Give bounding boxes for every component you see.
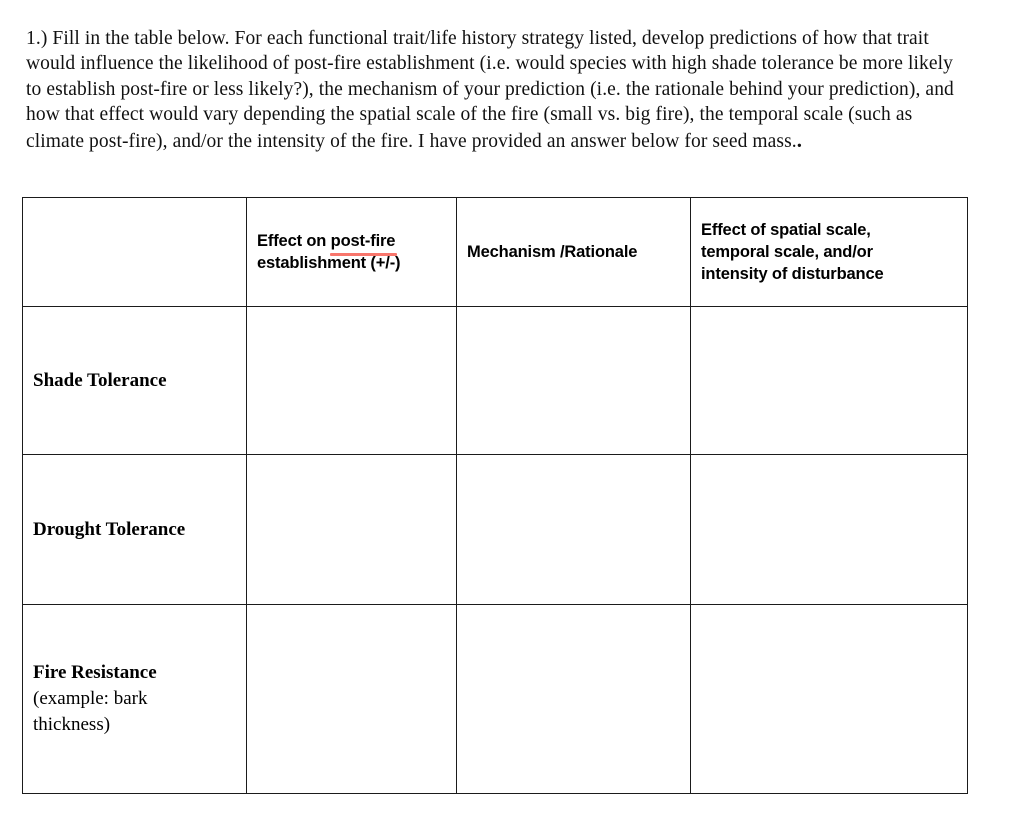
table-header-row: Effect on post-fire establishment (+/-) …	[22, 197, 968, 307]
answer-cell-shade-mechanism[interactable]	[456, 306, 691, 455]
header-scale-line-3: intensity of disturbance	[701, 265, 884, 283]
row-label-shade-tolerance: Shade Tolerance	[22, 306, 247, 455]
answer-cell-shade-effect[interactable]	[246, 306, 457, 455]
row-label-fire-resistance-example-line-2: thickness)	[33, 714, 111, 735]
answer-cell-fire-scale[interactable]	[690, 604, 968, 794]
question-prompt: 1.) Fill in the table below. For each fu…	[26, 26, 970, 155]
answer-cell-drought-effect[interactable]	[246, 454, 457, 605]
header-cell-scale: Effect of spatial scale, temporal scale,…	[690, 197, 968, 307]
row-label-fire-resistance-example-line-1: (example: bark	[33, 688, 148, 709]
question-prompt-text: 1.) Fill in the table below. For each fu…	[26, 27, 954, 152]
header-cell-corner	[22, 197, 247, 307]
table-row: Drought Tolerance	[22, 454, 968, 605]
document-page: 1.) Fill in the table below. For each fu…	[0, 0, 1024, 829]
header-mechanism-label: Mechanism /Rationale	[467, 243, 638, 261]
header-cell-effect: Effect on post-fire establishment (+/-)	[246, 197, 457, 307]
answer-cell-fire-effect[interactable]	[246, 604, 457, 794]
row-label-fire-resistance: Fire Resistance (example: bark thickness…	[22, 604, 247, 794]
row-label-fire-resistance-title: Fire Resistance	[33, 662, 157, 683]
question-prompt-trailing-mark: .	[796, 127, 803, 152]
answer-cell-drought-scale[interactable]	[690, 454, 968, 605]
answer-cell-drought-mechanism[interactable]	[456, 454, 691, 605]
answer-cell-fire-mechanism[interactable]	[456, 604, 691, 794]
functional-trait-table: Effect on post-fire establishment (+/-) …	[22, 197, 968, 794]
header-scale-line-2: temporal scale, and/or	[701, 243, 873, 261]
header-effect-line-1: Effect on post-fire	[257, 230, 446, 256]
answer-cell-shade-scale[interactable]	[690, 306, 968, 455]
header-effect-underlined-term: post-fire	[329, 232, 397, 256]
header-scale-line-1: Effect of spatial scale,	[701, 221, 871, 239]
table-row: Shade Tolerance	[22, 306, 968, 455]
row-label-drought-tolerance-title: Drought Tolerance	[33, 518, 186, 540]
row-label-drought-tolerance: Drought Tolerance	[22, 454, 247, 605]
header-cell-mechanism: Mechanism /Rationale	[456, 197, 691, 307]
header-effect-prefix: Effect on	[257, 232, 331, 250]
table-row: Fire Resistance (example: bark thickness…	[22, 604, 968, 794]
row-label-shade-tolerance-title: Shade Tolerance	[33, 369, 167, 391]
